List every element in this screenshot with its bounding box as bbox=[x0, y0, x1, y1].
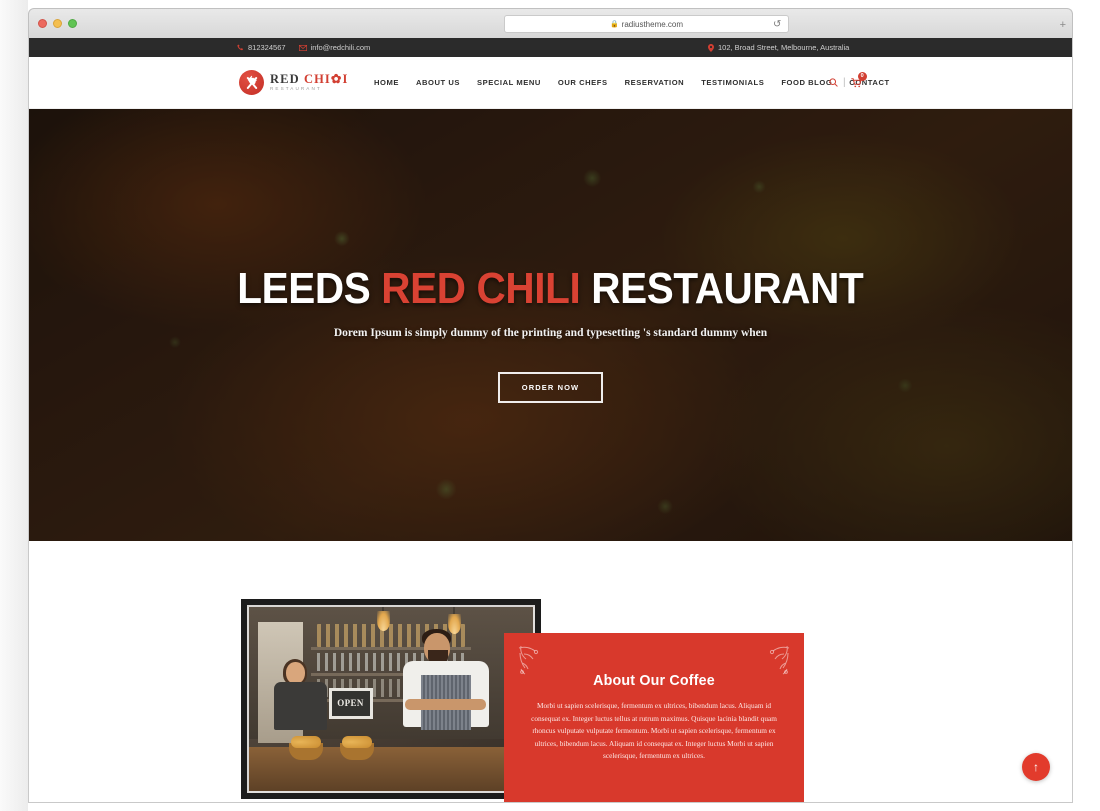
nav-item-our-chefs[interactable]: OUR CHEFS bbox=[558, 78, 608, 87]
hero-title: LEEDS RED CHILI RESTAURANT bbox=[237, 264, 864, 314]
lock-icon: 🔒 bbox=[609, 21, 619, 28]
envelope-icon bbox=[298, 44, 307, 51]
page-left-shadow bbox=[0, 0, 28, 811]
browser-window: 🔒 radiustheme.com ↺ + 812324567 info@red… bbox=[0, 0, 1100, 811]
about-image: OPEN bbox=[241, 599, 541, 799]
nav-item-about-us[interactable]: ABOUT US bbox=[416, 78, 460, 87]
nav-item-home[interactable]: HOME bbox=[374, 78, 399, 87]
nav-item-reservation[interactable]: RESERVATION bbox=[625, 78, 685, 87]
hero-title-accent: RED CHILI bbox=[381, 264, 581, 313]
reload-icon[interactable]: ↺ bbox=[773, 19, 781, 30]
ornament-flourish-right-icon bbox=[764, 645, 790, 675]
hero-content: LEEDS RED CHILI RESTAURANT Dorem Ipsum i… bbox=[29, 109, 1072, 541]
topbar-contact-group: 812324567 info@redchili.com bbox=[237, 43, 370, 52]
new-tab-button[interactable]: + bbox=[1060, 19, 1066, 31]
topbar-address: 102, Broad Street, Melbourne, Australia bbox=[708, 43, 849, 52]
hero-subtitle: Dorem Ipsum is simply dummy of the print… bbox=[333, 327, 768, 339]
arrow-up-icon: ↑ bbox=[1033, 760, 1039, 774]
close-window-button[interactable] bbox=[38, 19, 47, 28]
chili-pepper-icon: ✿ bbox=[330, 71, 343, 86]
about-card: About Our Coffee Morbi ut sapien sceleri… bbox=[504, 633, 804, 802]
logo-word-chili: CHI bbox=[303, 71, 331, 86]
maximize-window-button[interactable] bbox=[68, 19, 77, 28]
about-image-inner: OPEN bbox=[247, 605, 535, 793]
cart-count-badge: 0 bbox=[857, 71, 867, 81]
hero-title-part1: LEEDS bbox=[237, 264, 382, 313]
order-now-button[interactable]: ORDER NOW bbox=[497, 372, 604, 403]
about-section: OPEN About Our Coffee Morbi ut sapien sc… bbox=[29, 541, 1072, 802]
nav-item-food-blog[interactable]: FOOD BLOG bbox=[781, 78, 832, 87]
about-title: About Our Coffee bbox=[593, 672, 715, 689]
topbar-phone[interactable]: 812324567 bbox=[237, 43, 286, 52]
crossed-utensils-icon bbox=[239, 70, 264, 95]
window-controls[interactable] bbox=[38, 19, 77, 28]
header-actions: | 0 bbox=[829, 71, 867, 88]
search-icon[interactable] bbox=[829, 78, 838, 87]
address-bar-url: radiustheme.com bbox=[621, 19, 684, 29]
cafe-staff-photo: OPEN bbox=[249, 607, 533, 791]
nav-item-special-menu[interactable]: SPECIAL MENU bbox=[477, 78, 541, 87]
topbar-email-label: info@redchili.com bbox=[310, 43, 371, 52]
phone-icon bbox=[237, 44, 244, 51]
address-bar[interactable]: 🔒 radiustheme.com bbox=[504, 15, 789, 33]
topbar-address-label: 102, Broad Street, Melbourne, Australia bbox=[718, 43, 850, 52]
topbar-phone-label: 812324567 bbox=[248, 43, 286, 52]
shopping-cart-icon[interactable]: 0 bbox=[850, 71, 867, 88]
hero-title-part2: RESTAURANT bbox=[580, 264, 864, 313]
logo-word-red: RED bbox=[270, 71, 300, 86]
about-paragraph: Morbi ut sapien scelerisque, fermentum e… bbox=[531, 701, 777, 761]
logo-wordmark: RED CHI✿I bbox=[270, 73, 348, 86]
browser-toolbar: 🔒 radiustheme.com ↺ + bbox=[28, 8, 1073, 38]
logo-word-chili-tail: I bbox=[342, 71, 349, 86]
open-sign: OPEN bbox=[328, 687, 373, 719]
topbar-email[interactable]: info@redchili.com bbox=[298, 43, 371, 52]
ornament-flourish-left-icon bbox=[518, 645, 544, 675]
top-info-bar: 812324567 info@redchili.com 102, Broad S… bbox=[29, 38, 1072, 57]
map-pin-icon bbox=[708, 43, 714, 52]
header-divider: | bbox=[843, 77, 846, 88]
logo-tagline: RESTAURANT bbox=[270, 86, 322, 92]
scroll-to-top-button[interactable]: ↑ bbox=[1022, 753, 1050, 781]
nav-item-testimonials[interactable]: TESTIMONIALS bbox=[701, 78, 764, 87]
site-header: RED CHI✿I RESTAURANT HOME ABOUT US SPECI… bbox=[29, 57, 1072, 109]
logo-text: RED CHI✿I RESTAURANT bbox=[270, 73, 348, 92]
site-logo[interactable]: RED CHI✿I RESTAURANT bbox=[239, 70, 348, 95]
main-navigation: HOME ABOUT US SPECIAL MENU OUR CHEFS RES… bbox=[374, 78, 890, 87]
open-sign-text: OPEN bbox=[337, 698, 364, 709]
page-viewport: 812324567 info@redchili.com 102, Broad S… bbox=[28, 38, 1073, 803]
minimize-window-button[interactable] bbox=[53, 19, 62, 28]
hero-section: LEEDS RED CHILI RESTAURANT Dorem Ipsum i… bbox=[29, 109, 1072, 541]
